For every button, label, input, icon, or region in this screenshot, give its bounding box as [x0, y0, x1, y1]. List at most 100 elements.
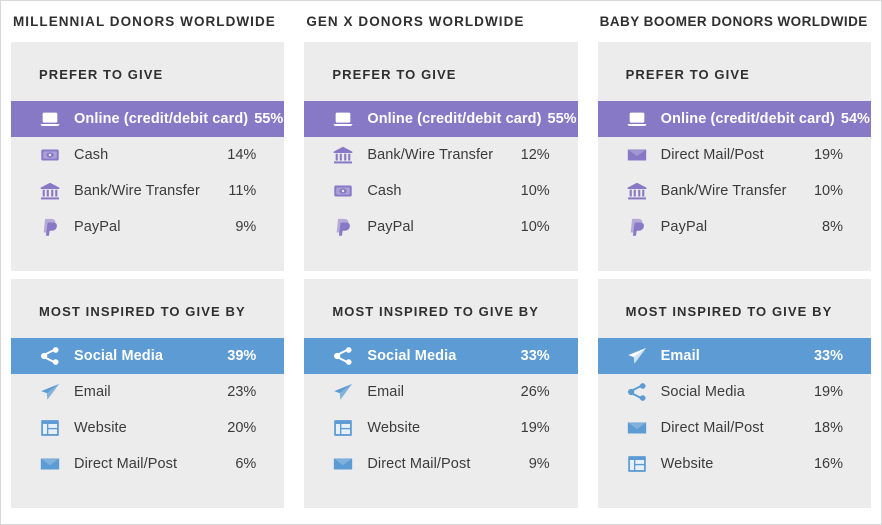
stat-value: 19%	[814, 384, 843, 400]
stat-value: 20%	[227, 420, 256, 436]
stat-row-top: Email 33%	[598, 338, 871, 374]
stat-label: Online (credit/debit card)	[74, 111, 248, 127]
paper-plane-icon	[626, 345, 648, 367]
share-icon	[626, 381, 648, 403]
generation-column: GEN X DONORS WORLDWIDEPREFER TO GIVEOnli…	[294, 1, 587, 524]
stat-label: PayPal	[661, 219, 708, 235]
column-spacer	[11, 516, 284, 524]
card-header: MOST INSPIRED TO GIVE BY	[598, 279, 871, 338]
stat-label: Online (credit/debit card)	[367, 111, 541, 127]
stat-label: Direct Mail/Post	[367, 456, 470, 472]
card-header: MOST INSPIRED TO GIVE BY	[11, 279, 284, 338]
stat-value: 10%	[814, 183, 843, 199]
stat-value: 54%	[841, 111, 870, 127]
card-header: PREFER TO GIVE	[304, 42, 577, 101]
stat-value: 9%	[235, 219, 256, 235]
paypal-icon	[39, 216, 61, 238]
stat-label: Cash	[367, 183, 401, 199]
card-header: PREFER TO GIVE	[598, 42, 871, 101]
card-header: MOST INSPIRED TO GIVE BY	[304, 279, 577, 338]
stat-row: Website19%	[304, 410, 577, 446]
stat-label: Bank/Wire Transfer	[661, 183, 787, 199]
paypal-icon	[332, 216, 354, 238]
column-title: MILLENNIAL DONORS WORLDWIDE	[11, 1, 284, 42]
laptop-icon	[39, 108, 61, 130]
stat-value: 33%	[814, 348, 843, 364]
stat-card: MOST INSPIRED TO GIVE BY Email 33% Social M…	[598, 279, 871, 508]
banknote-icon	[39, 144, 61, 166]
stat-value: 19%	[814, 147, 843, 163]
stat-row-top: Online (credit/debit card) 55%	[11, 101, 284, 137]
stat-value: 55%	[548, 111, 577, 127]
paper-plane-icon	[332, 381, 354, 403]
stat-row: Social Media 19%	[598, 374, 871, 410]
stat-label: Social Media	[74, 348, 163, 364]
stat-value: 14%	[227, 147, 256, 163]
stat-value: 12%	[521, 147, 550, 163]
stat-card: PREFER TO GIVEOnline (credit/debit card)…	[11, 42, 284, 271]
column-title: BABY BOOMER DONORS WORLDWIDE	[598, 1, 871, 42]
stat-row-top: Online (credit/debit card) 54%	[598, 101, 871, 137]
envelope-icon	[332, 453, 354, 475]
stat-label: Website	[367, 420, 420, 436]
website-icon	[626, 453, 648, 475]
card-rows: Online (credit/debit card) 55% Cash 14% Bank…	[11, 101, 284, 245]
card-rows: Email 33% Social Media 19% Direct Mail/Post1…	[598, 338, 871, 482]
stat-card: MOST INSPIRED TO GIVE BYSocial Media33% E…	[304, 279, 577, 508]
stat-row: Direct Mail/Post19%	[598, 137, 871, 173]
stat-label: Social Media	[661, 384, 745, 400]
stat-label: PayPal	[74, 219, 121, 235]
paper-plane-icon	[39, 381, 61, 403]
stat-row: PayPal 10%	[304, 209, 577, 245]
stat-row: Bank/Wire Transfer 10%	[598, 173, 871, 209]
stat-card: PREFER TO GIVEOnline (credit/debit card)…	[598, 42, 871, 271]
stat-row: Bank/Wire Transfer12%	[304, 137, 577, 173]
website-icon	[39, 417, 61, 439]
stat-value: 39%	[227, 348, 256, 364]
stat-row: Direct Mail/Post18%	[598, 410, 871, 446]
stat-value: 26%	[521, 384, 550, 400]
card-rows: Online (credit/debit card) 54% Direct Mail…	[598, 101, 871, 245]
envelope-icon	[626, 144, 648, 166]
stat-row: Bank/Wire Transfer11%	[11, 173, 284, 209]
stat-label: Email	[661, 348, 700, 364]
stat-row: PayPal8%	[598, 209, 871, 245]
column-spacer	[598, 516, 871, 524]
stat-card: PREFER TO GIVEOnline (credit/debit card)…	[304, 42, 577, 271]
columns-container: MILLENNIAL DONORS WORLDWIDEPREFER TO GIV…	[1, 1, 881, 524]
stat-row: Email 23%	[11, 374, 284, 410]
card-rows: Social Media 39% Email 23% Website 20% Direct …	[11, 338, 284, 482]
stat-label: Website	[74, 420, 127, 436]
card-rows: Social Media33%Email26%Website19%Direct …	[304, 338, 577, 482]
stat-value: 10%	[521, 219, 550, 235]
generation-column: MILLENNIAL DONORS WORLDWIDEPREFER TO GIV…	[1, 1, 294, 524]
stat-value: 11%	[228, 183, 256, 199]
stat-row-top: Social Media 39%	[11, 338, 284, 374]
website-icon	[332, 417, 354, 439]
stat-row-top: Social Media33%	[304, 338, 577, 374]
stat-label: Social Media	[367, 348, 456, 364]
card-rows: Online (credit/debit card) 55% Bank/Wire T…	[304, 101, 577, 245]
stat-label: Email	[367, 384, 404, 400]
bank-icon	[332, 144, 354, 166]
stat-label: Website	[661, 456, 714, 472]
paypal-icon	[626, 216, 648, 238]
stat-row: PayPal 9%	[11, 209, 284, 245]
stat-row-top: Online (credit/debit card) 55%	[304, 101, 577, 137]
stat-row: Direct Mail/Post9%	[304, 446, 577, 482]
bank-icon	[626, 180, 648, 202]
stat-row: Website 20%	[11, 410, 284, 446]
share-icon	[332, 345, 354, 367]
stat-value: 55%	[254, 111, 283, 127]
column-spacer	[304, 516, 577, 524]
stat-label: Email	[74, 384, 111, 400]
stat-value: 23%	[227, 384, 256, 400]
stat-label: PayPal	[367, 219, 414, 235]
laptop-icon	[332, 108, 354, 130]
stat-label: Direct Mail/Post	[74, 456, 177, 472]
stat-value: 16%	[814, 456, 843, 472]
banknote-icon	[332, 180, 354, 202]
column-title: GEN X DONORS WORLDWIDE	[304, 1, 577, 42]
stat-label: Cash	[74, 147, 108, 163]
stat-label: Online (credit/debit card)	[661, 111, 835, 127]
